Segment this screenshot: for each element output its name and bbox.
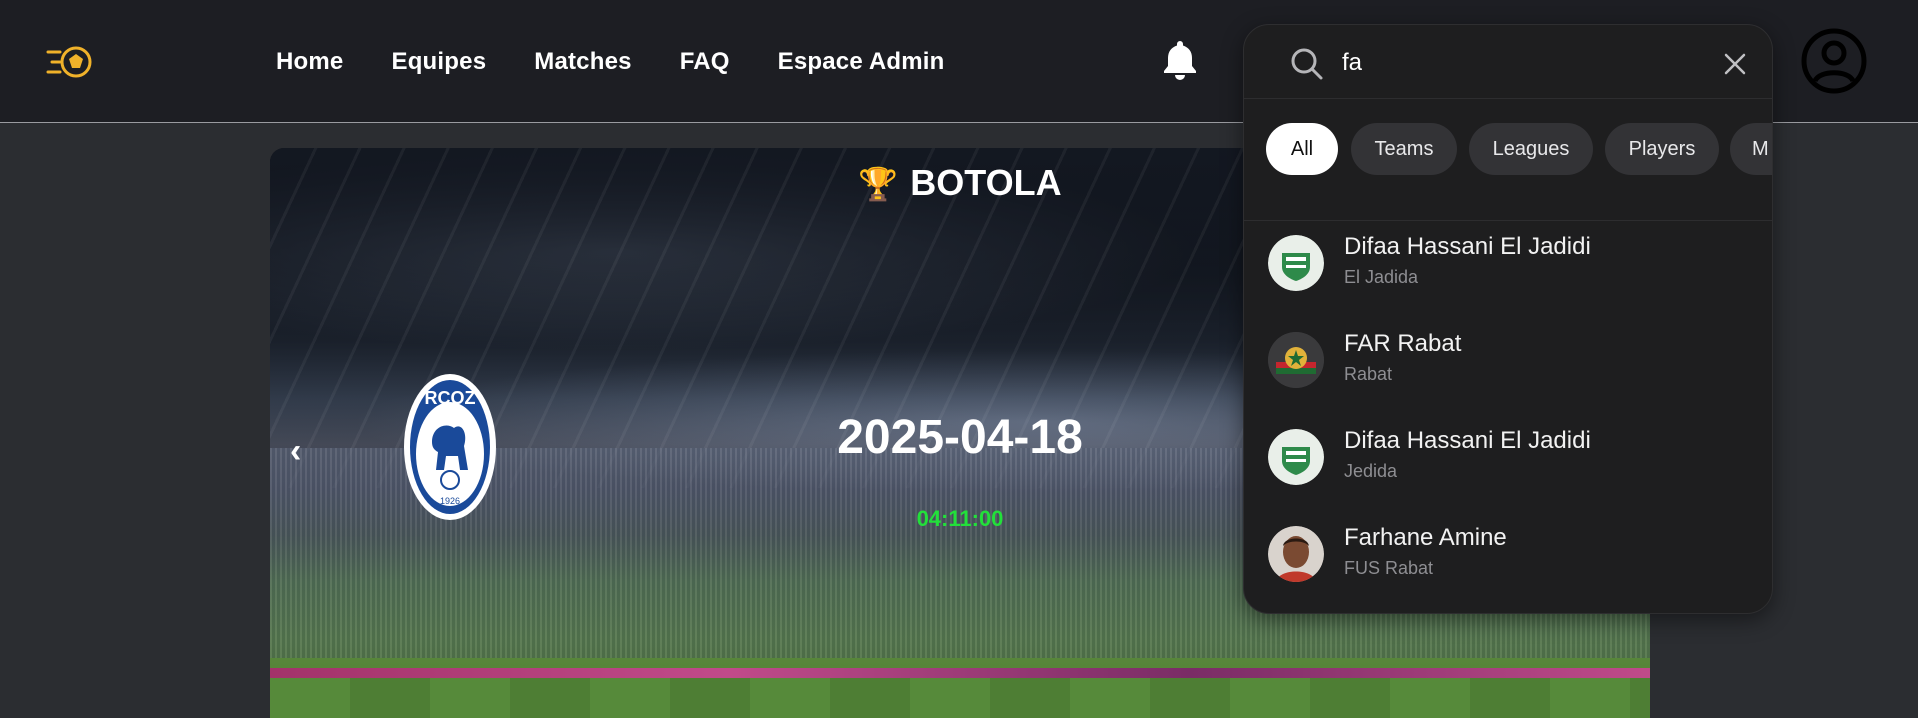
search-bar	[1244, 25, 1772, 99]
football-logo-icon[interactable]	[46, 40, 98, 84]
result-subtitle: Rabat	[1344, 364, 1393, 384]
nav-equipes-link[interactable]: Equipes	[391, 48, 486, 76]
search-filter-chips: All Teams Leagues Players M	[1244, 99, 1772, 221]
bell-icon[interactable]	[1160, 37, 1200, 81]
result-subtitle: Jedida	[1344, 461, 1398, 481]
team-badge-icon	[1268, 332, 1324, 388]
result-name: FAR Rabat	[1344, 330, 1462, 357]
player-photo	[1268, 526, 1324, 582]
stadium-ad-board	[270, 668, 1650, 678]
nav-matches-link[interactable]: Matches	[534, 48, 631, 76]
filter-chip-more[interactable]: M	[1730, 123, 1772, 175]
search-result-item[interactable]: Farhane Amine FUS Rabat	[1244, 512, 1772, 609]
nav-faq-link[interactable]: FAQ	[680, 48, 730, 76]
team-badge-icon	[1268, 235, 1324, 291]
main-nav: Home Equipes Matches FAQ Espace Admin	[276, 0, 945, 123]
filter-chip-leagues[interactable]: Leagues	[1469, 123, 1593, 175]
user-circle-icon[interactable]	[1801, 28, 1867, 94]
search-result-item[interactable]: Difaa Hassani El Jadidi El Jadida	[1244, 221, 1772, 318]
result-name: Farhane Amine	[1344, 524, 1507, 551]
close-icon[interactable]	[1722, 51, 1748, 77]
nav-espace-admin-link[interactable]: Espace Admin	[778, 48, 945, 76]
result-name: Difaa Hassani El Jadidi	[1344, 427, 1591, 454]
search-result-item[interactable]: FAR Rabat Rabat	[1244, 318, 1772, 415]
club-badge-text: RCOZ	[425, 388, 476, 408]
result-subtitle: El Jadida	[1344, 267, 1419, 287]
filter-chip-all[interactable]: All	[1266, 123, 1338, 175]
club-badge-year: 1926	[440, 496, 460, 506]
search-icon	[1291, 48, 1323, 80]
filter-chip-players[interactable]: Players	[1605, 123, 1719, 175]
filter-chip-teams[interactable]: Teams	[1351, 123, 1457, 175]
nav-home-link[interactable]: Home	[276, 48, 343, 76]
result-subtitle: FUS Rabat	[1344, 558, 1434, 578]
team-badge-icon	[1268, 429, 1324, 485]
search-result-item[interactable]: Difaa Hassani El Jadidi Jedida	[1244, 415, 1772, 512]
result-name: Difaa Hassani El Jadidi	[1344, 233, 1591, 260]
search-input[interactable]	[1342, 43, 1702, 83]
search-popup: All Teams Leagues Players M Difaa Hassan…	[1243, 24, 1773, 614]
league-name: BOTOLA	[910, 162, 1062, 203]
stadium-pitch	[270, 678, 1650, 718]
trophy-icon: 🏆	[858, 166, 899, 202]
